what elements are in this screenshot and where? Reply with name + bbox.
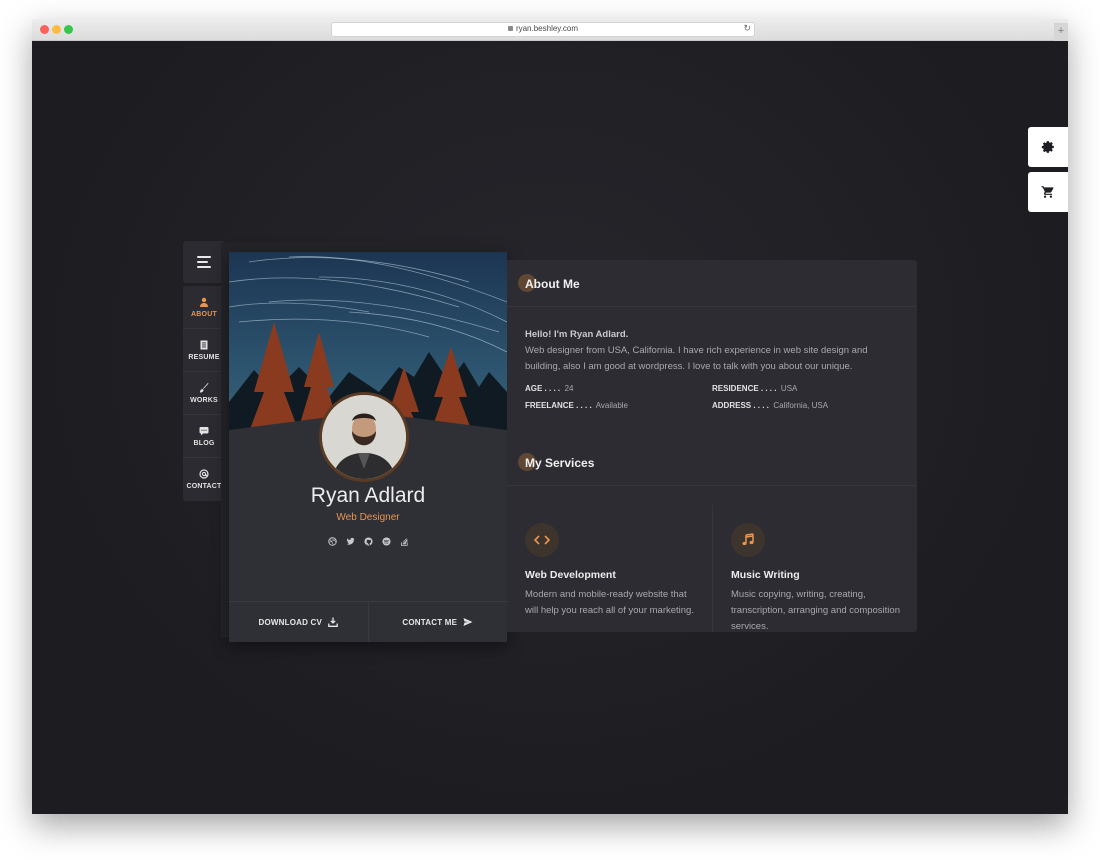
- info-age: AGE . . . . 24: [525, 384, 574, 393]
- info-freelance: FREELANCE . . . . Available: [525, 401, 629, 410]
- services-heading: My Services: [518, 453, 594, 471]
- download-cv-label: DOWNLOAD CV: [258, 617, 323, 627]
- service-card-web-development: Web Development Modern and mobile-ready …: [507, 505, 712, 632]
- nav-item-works[interactable]: WORKS: [183, 372, 225, 415]
- music-icon: [731, 523, 765, 557]
- about-panel: About Me Hello! I'm Ryan Adlard. Web des…: [507, 260, 917, 632]
- user-icon: [200, 297, 208, 307]
- download-icon: [328, 617, 338, 627]
- nav-label: ABOUT: [191, 310, 217, 318]
- chat-icon: [199, 426, 209, 435]
- profile-role: Web Designer: [336, 512, 400, 523]
- twitter-icon[interactable]: [345, 536, 355, 546]
- nav-item-about[interactable]: ABOUT: [183, 286, 225, 329]
- address-bar[interactable]: ryan.beshley.com ↻: [331, 22, 755, 37]
- menu-toggle-button[interactable]: [183, 241, 225, 283]
- divider: [507, 485, 917, 486]
- nav-label: RESUME: [188, 353, 220, 361]
- minimize-window-button[interactable]: [52, 25, 61, 34]
- maximize-window-button[interactable]: [64, 25, 73, 34]
- info-residence: RESIDENCE . . . . USA: [712, 384, 798, 393]
- gear-icon: [1041, 141, 1054, 153]
- about-heading: About Me: [518, 274, 580, 292]
- settings-widget-button[interactable]: [1028, 127, 1068, 167]
- service-description: Music copying, writing, creating, transc…: [731, 589, 900, 632]
- page-viewport: ABOUT RESUME WORKS BLOG CONTACT Ryan Adl…: [32, 41, 1068, 814]
- profile-name: Ryan Adlard: [310, 484, 426, 507]
- service-description: Modern and mobile-ready website that wil…: [525, 589, 694, 616]
- service-title: Music Writing: [731, 569, 800, 581]
- dribbble-icon[interactable]: [327, 536, 337, 546]
- about-bio: Web designer from USA, California. I hav…: [525, 345, 868, 372]
- browser-titlebar: ryan.beshley.com ↻ +: [32, 19, 1068, 41]
- service-card-music-writing: Music Writing Music copying, writing, cr…: [712, 505, 917, 632]
- stackoverflow-icon[interactable]: [399, 536, 409, 546]
- lock-icon: [507, 26, 513, 31]
- code-icon: [525, 523, 559, 557]
- url-text: ryan.beshley.com: [515, 24, 579, 33]
- nav-label: BLOG: [193, 439, 215, 447]
- contact-me-button[interactable]: CONTACT ME: [367, 602, 508, 642]
- send-icon: [463, 618, 473, 626]
- nav-item-resume[interactable]: RESUME: [183, 329, 225, 372]
- at-icon: [199, 469, 209, 479]
- document-icon: [200, 340, 208, 349]
- info-address: ADDRESS . . . . California, USA: [712, 401, 829, 410]
- profile-card: Ryan Adlard Web Designer DOWNLOAD CV CON…: [229, 252, 507, 642]
- service-title: Web Development: [525, 569, 616, 581]
- avatar: [319, 392, 409, 482]
- download-cv-button[interactable]: DOWNLOAD CV: [229, 602, 368, 642]
- spotify-icon[interactable]: [381, 536, 391, 546]
- browser-window: ryan.beshley.com ↻ + ABOUT RESUME WORKS …: [32, 19, 1068, 814]
- new-tab-button[interactable]: +: [1054, 23, 1068, 41]
- contact-me-label: CONTACT ME: [402, 617, 458, 627]
- close-window-button[interactable]: [40, 25, 49, 34]
- nav-item-contact[interactable]: CONTACT: [183, 458, 225, 501]
- reload-icon[interactable]: ↻: [743, 23, 751, 34]
- side-navigation: ABOUT RESUME WORKS BLOG CONTACT: [183, 286, 225, 501]
- about-intro: Hello! I'm Ryan Adlard. Web designer fro…: [525, 327, 900, 375]
- github-icon[interactable]: [363, 536, 373, 546]
- about-greeting: Hello! I'm Ryan Adlard.: [525, 329, 629, 340]
- card-actions: DOWNLOAD CV CONTACT ME: [229, 601, 507, 642]
- brush-icon: [200, 382, 209, 392]
- social-links: [229, 536, 507, 546]
- divider: [507, 306, 917, 307]
- hamburger-icon: [197, 256, 211, 258]
- nav-label: CONTACT: [186, 483, 222, 490]
- nav-label: WORKS: [190, 396, 218, 404]
- nav-item-blog[interactable]: BLOG: [183, 415, 225, 458]
- cart-icon: [1041, 186, 1054, 198]
- cart-widget-button[interactable]: [1028, 172, 1068, 212]
